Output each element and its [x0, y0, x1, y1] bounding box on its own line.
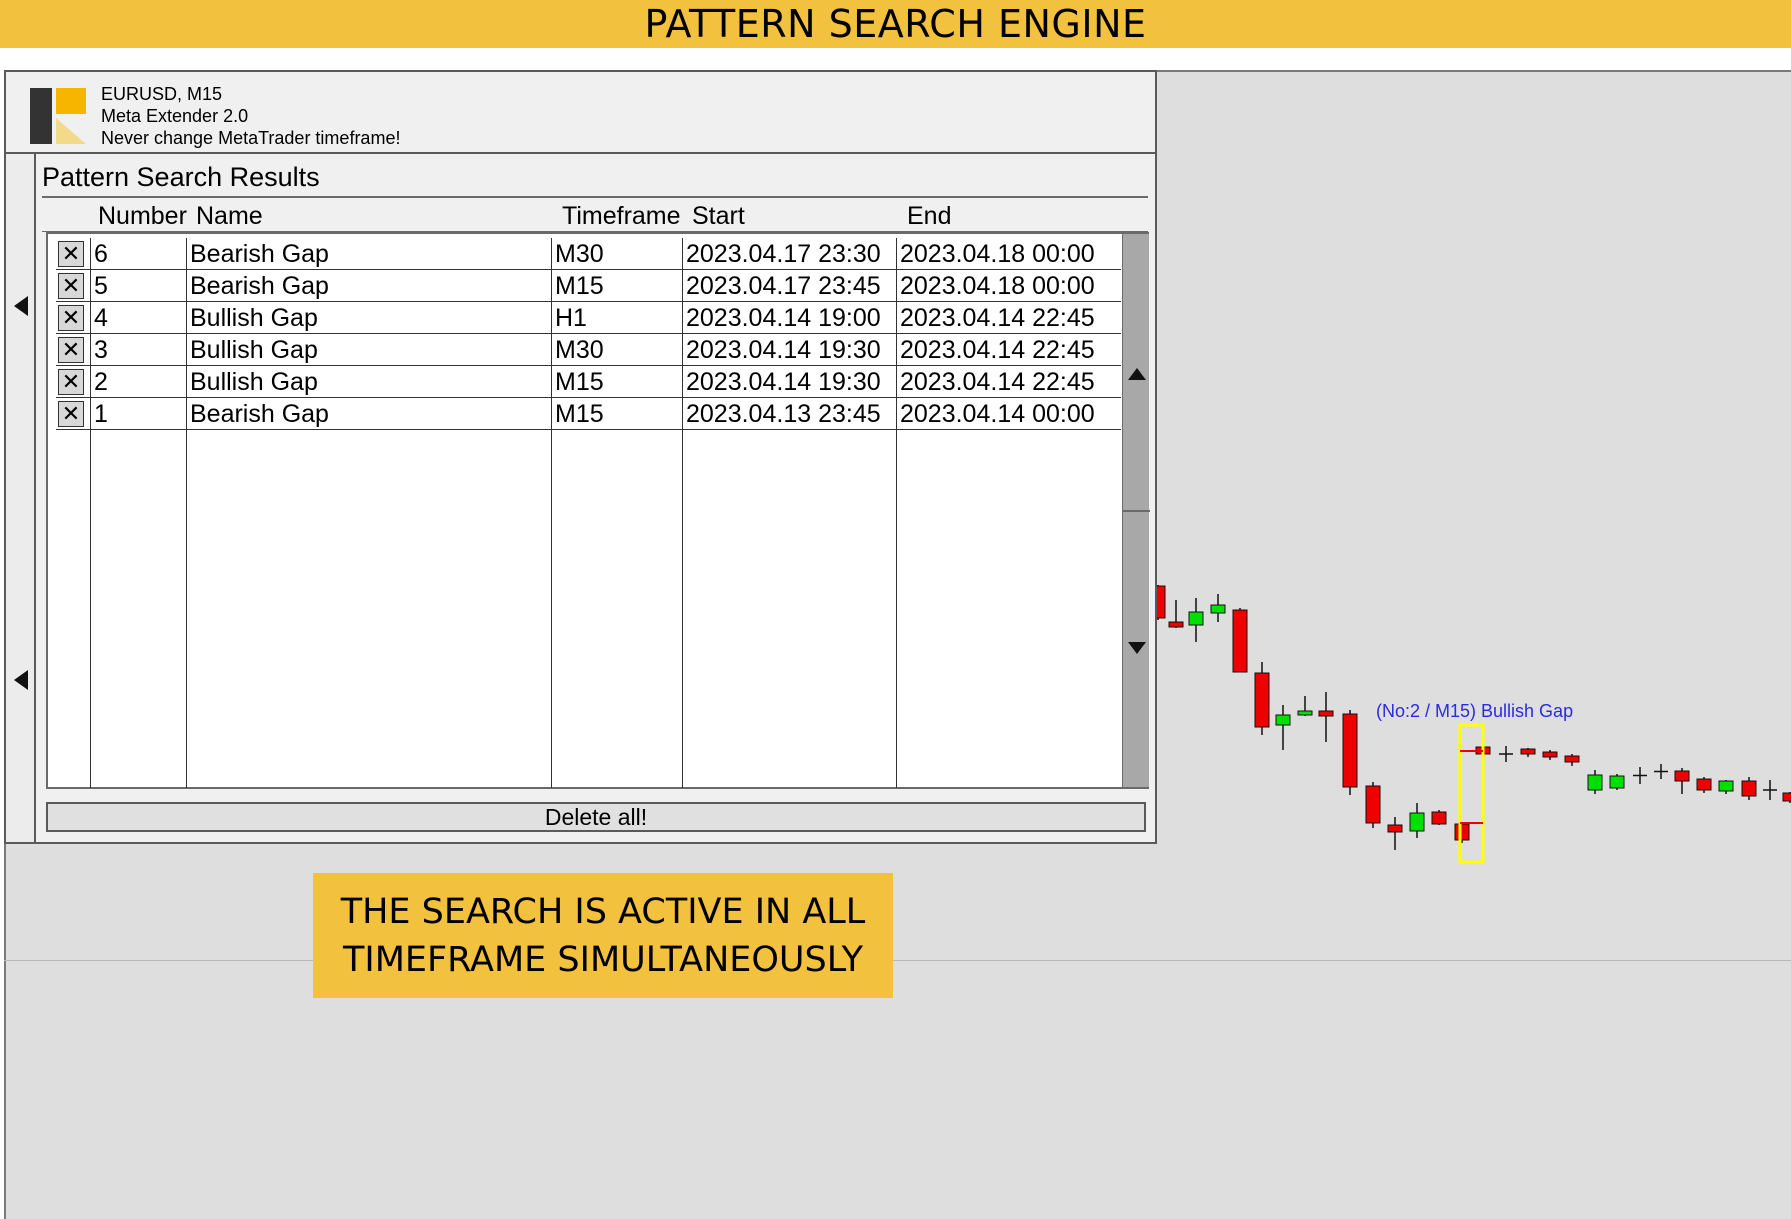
col-header-start[interactable]: Start — [692, 202, 745, 231]
row-end: 2023.04.14 22:45 — [900, 304, 1095, 332]
panel-header: EURUSD, M15 Meta Extender 2.0 Never chan… — [6, 72, 1155, 154]
collapse-arrow-icon[interactable] — [14, 296, 28, 316]
callout-line-1: THE SEARCH IS ACTIVE IN ALL — [340, 891, 866, 932]
table-row[interactable]: ✕ 1 Bearish Gap M15 2023.04.13 23:45 202… — [56, 398, 1121, 430]
row-start: 2023.04.14 19:30 — [686, 336, 881, 364]
delete-row-button[interactable]: ✕ — [58, 305, 84, 331]
row-start: 2023.04.14 19:00 — [686, 304, 881, 332]
close-icon: ✕ — [61, 337, 81, 362]
row-end: 2023.04.14 00:00 — [900, 400, 1095, 428]
close-icon: ✕ — [61, 305, 81, 330]
row-end: 2023.04.18 00:00 — [900, 240, 1095, 268]
panel-side-bar — [6, 154, 36, 842]
scroll-thumb-divider — [1123, 510, 1150, 512]
delete-all-button[interactable]: Delete all! — [46, 802, 1146, 832]
table-row[interactable]: ✕ 3 Bullish Gap M30 2023.04.14 19:30 202… — [56, 334, 1121, 366]
row-timeframe: H1 — [555, 304, 587, 332]
banner-title: PATTERN SEARCH ENGINE — [644, 2, 1147, 46]
delete-row-button[interactable]: ✕ — [58, 273, 84, 299]
close-icon: ✕ — [61, 273, 81, 298]
row-name: Bearish Gap — [190, 240, 329, 268]
table-row[interactable]: ✕ 2 Bullish Gap M15 2023.04.14 19:30 202… — [56, 366, 1121, 398]
row-timeframe: M30 — [555, 336, 604, 364]
close-icon: ✕ — [61, 401, 81, 426]
row-end: 2023.04.14 22:45 — [900, 336, 1095, 364]
results-title: Pattern Search Results — [42, 162, 320, 192]
col-header-timeframe[interactable]: Timeframe — [562, 202, 681, 231]
row-start: 2023.04.14 19:30 — [686, 368, 881, 396]
col-header-name[interactable]: Name — [196, 202, 263, 231]
scroll-up-icon[interactable] — [1128, 368, 1146, 380]
row-number: 1 — [94, 400, 108, 428]
delete-row-button[interactable]: ✕ — [58, 369, 84, 395]
meta-extender-logo-icon — [30, 88, 86, 144]
row-timeframe: M30 — [555, 240, 604, 268]
chart-price-line — [4, 960, 1791, 961]
row-name: Bearish Gap — [190, 272, 329, 300]
table-scrollbar[interactable] — [1122, 234, 1150, 787]
row-timeframe: M15 — [555, 368, 604, 396]
col-header-end[interactable]: End — [907, 202, 951, 231]
info-callout: THE SEARCH IS ACTIVE IN ALL TIMEFRAME SI… — [313, 873, 893, 998]
row-number: 2 — [94, 368, 108, 396]
row-start: 2023.04.17 23:30 — [686, 240, 881, 268]
results-table: ✕ 6 Bearish Gap M30 2023.04.17 23:30 202… — [46, 232, 1150, 789]
callout-line-2: TIMEFRAME SIMULTANEOUSLY — [343, 939, 863, 980]
row-name: Bullish Gap — [190, 368, 318, 396]
row-start: 2023.04.13 23:45 — [686, 400, 881, 428]
row-end: 2023.04.18 00:00 — [900, 272, 1095, 300]
pattern-search-panel: EURUSD, M15 Meta Extender 2.0 Never chan… — [4, 70, 1157, 844]
table-row[interactable]: ✕ 4 Bullish Gap H1 2023.04.14 19:00 2023… — [56, 302, 1121, 334]
row-number: 6 — [94, 240, 108, 268]
row-name: Bearish Gap — [190, 400, 329, 428]
column-headers: Number Name Timeframe Start End — [42, 202, 1148, 230]
close-icon: ✕ — [61, 369, 81, 394]
scroll-down-icon[interactable] — [1128, 642, 1146, 654]
row-timeframe: M15 — [555, 272, 604, 300]
symbol-label: EURUSD, M15 — [101, 84, 223, 104]
row-number: 3 — [94, 336, 108, 364]
row-name: Bullish Gap — [190, 336, 318, 364]
table-row[interactable]: ✕ 5 Bearish Gap M15 2023.04.17 23:45 202… — [56, 270, 1121, 302]
title-divider — [42, 196, 1148, 198]
tagline-label: Never change MetaTrader timeframe! — [101, 128, 401, 148]
row-number: 5 — [94, 272, 108, 300]
row-name: Bullish Gap — [190, 304, 318, 332]
delete-row-button[interactable]: ✕ — [58, 401, 84, 427]
product-label: Meta Extender 2.0 — [101, 106, 249, 126]
delete-row-button[interactable]: ✕ — [58, 241, 84, 267]
row-start: 2023.04.17 23:45 — [686, 272, 881, 300]
col-header-number[interactable]: Number — [98, 202, 187, 231]
row-end: 2023.04.14 22:45 — [900, 368, 1095, 396]
page-banner: PATTERN SEARCH ENGINE — [0, 0, 1791, 48]
table-row[interactable]: ✕ 6 Bearish Gap M30 2023.04.17 23:30 202… — [56, 238, 1121, 270]
collapse-arrow-icon-lower[interactable] — [14, 670, 28, 690]
delete-row-button[interactable]: ✕ — [58, 337, 84, 363]
close-icon: ✕ — [61, 241, 81, 266]
row-number: 4 — [94, 304, 108, 332]
row-timeframe: M15 — [555, 400, 604, 428]
panel-info: EURUSD, M15 Meta Extender 2.0 Never chan… — [101, 83, 400, 149]
chart-pattern-label: (No:2 / M15) Bullish Gap — [1376, 701, 1574, 721]
